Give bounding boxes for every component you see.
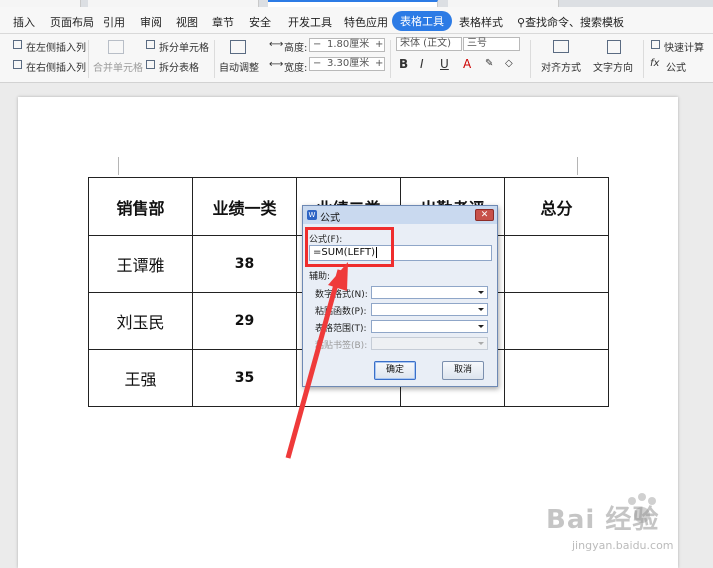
arrow-shaft [285,269,343,459]
arrow-head [328,262,348,291]
watermark-url: jingyan.baidu.com [572,539,674,552]
watermark-brand: Bai 经验 [546,505,660,535]
annotation-arrow [285,262,348,459]
watermark: Bai 经验 jingyan.baidu.com [538,485,708,565]
